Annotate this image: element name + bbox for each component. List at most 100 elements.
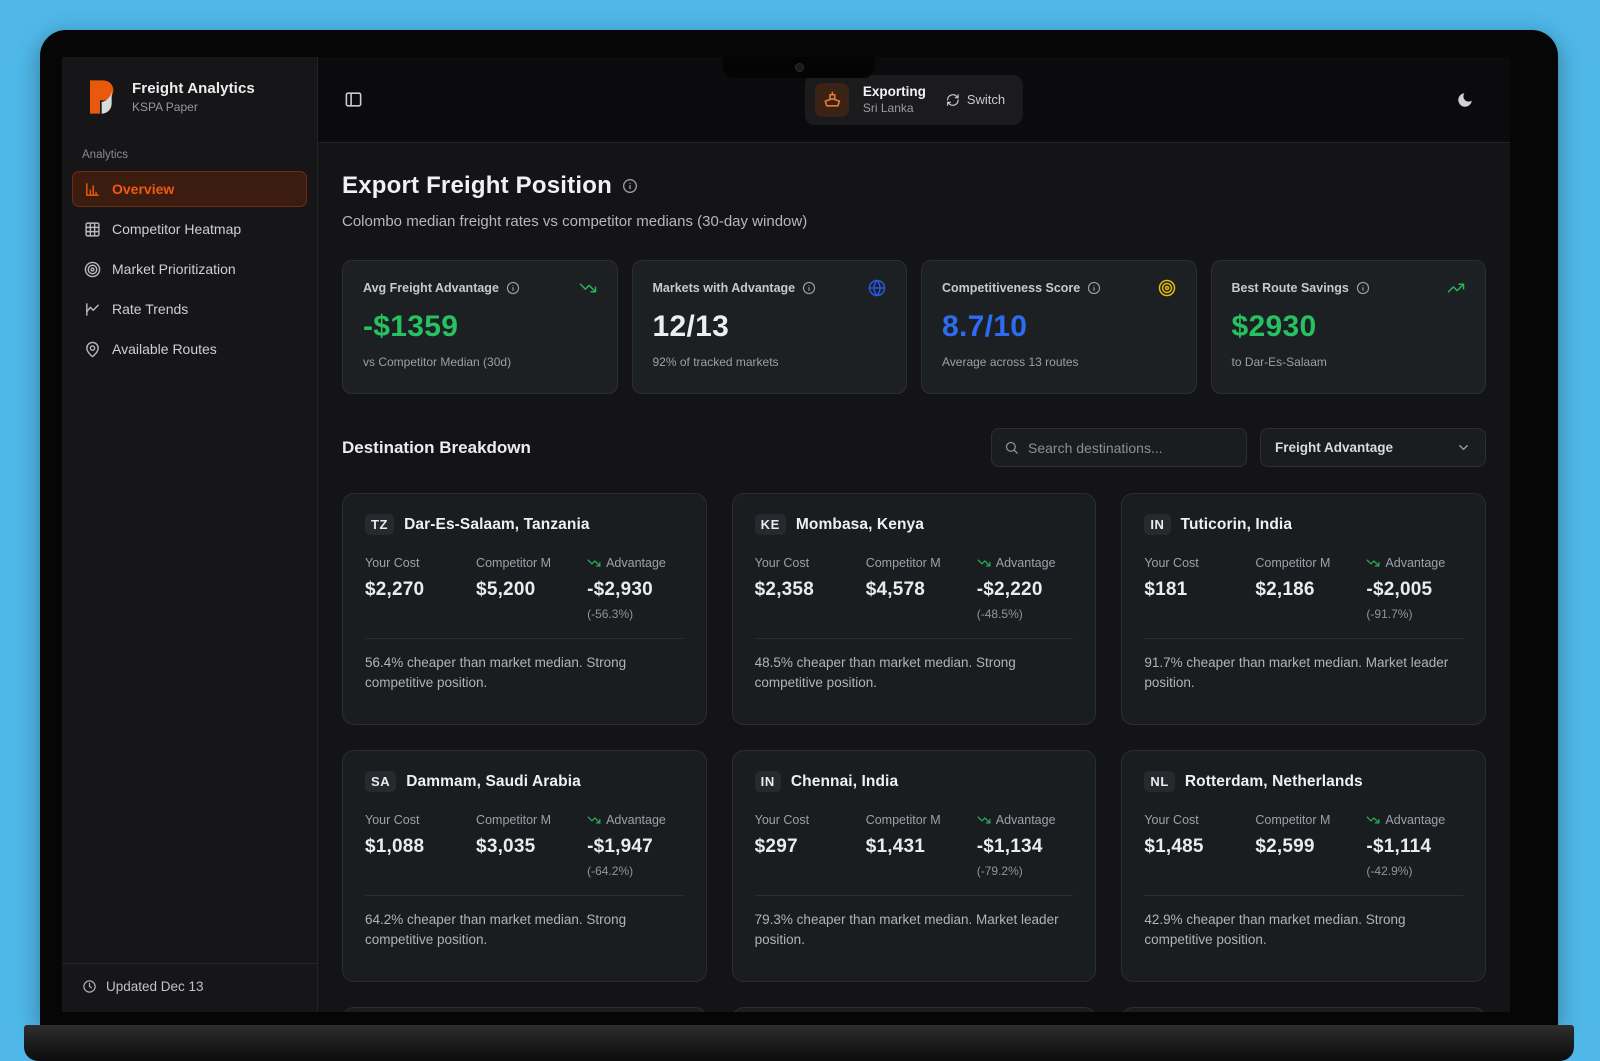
your-cost-value: $297 — [754, 836, 798, 857]
destination-card[interactable]: IN Tuticorin, India Your Cost $181 Compe… — [1121, 493, 1486, 725]
trending-down-icon — [1366, 556, 1380, 570]
country-code-badge: SA — [365, 771, 397, 792]
info-icon[interactable] — [1356, 281, 1370, 295]
info-icon[interactable] — [802, 281, 816, 295]
clock-icon — [82, 979, 97, 994]
sidebar-item-label: Rate Trends — [112, 301, 189, 317]
advantage-value: -$1,947 — [587, 836, 653, 857]
sidebar-item-icon — [84, 181, 101, 198]
advantage-column: Advantage -$1,114 (-42.9%) — [1366, 813, 1463, 878]
search-icon — [1004, 440, 1019, 455]
destination-card[interactable]: SA Dammam, Saudi Arabia Your Cost $1,088 — [342, 750, 707, 982]
sidebar-nav: Overview Competitor Heatmap Market Prior… — [62, 171, 317, 367]
laptop-notch — [723, 57, 875, 78]
stat-sublabel: vs Competitor Median (30d) — [363, 355, 512, 369]
advantage-percent: (-42.9%) — [1366, 864, 1413, 878]
advantage-percent: (-79.2%) — [976, 864, 1023, 878]
competitor-column: Competitor M $2,186 — [1255, 556, 1366, 621]
sidebar-item[interactable]: Market Prioritization — [72, 251, 307, 287]
destination-city: Dammam, Saudi Arabia — [406, 772, 581, 790]
stat-cards-row: Avg Freight Advantage -$1359 vs Competit… — [342, 260, 1486, 394]
destination-note: 79.3% cheaper than market median. Market… — [754, 912, 1059, 948]
destination-note: 48.5% cheaper than market median. Strong… — [754, 655, 1016, 691]
country-code-badge: NL — [1144, 771, 1175, 792]
desktop-background: Freight Analytics KSPA Paper Analytics O… — [0, 0, 1600, 1061]
search-input[interactable] — [1028, 439, 1234, 456]
sidebar-item[interactable]: Rate Trends — [72, 291, 307, 327]
sort-dropdown[interactable]: Freight Advantage — [1260, 428, 1486, 467]
advantage-percent: (-91.7%) — [1366, 607, 1413, 621]
destination-card[interactable]: TZ Dar-Es-Salaam, Tanzania Your Cost $2,… — [342, 493, 707, 725]
ship-icon — [814, 82, 849, 117]
destination-heading: Destination Breakdown — [342, 437, 531, 457]
advantage-column: Advantage -$2,005 (-91.7%) — [1366, 556, 1463, 621]
stat-value: $2930 — [1231, 310, 1317, 343]
stat-value: -$1359 — [363, 310, 459, 343]
info-icon[interactable] — [1087, 281, 1101, 295]
advantage-percent: (-64.2%) — [587, 864, 634, 878]
advantage-percent: (-56.3%) — [587, 607, 634, 621]
advantage-column: Advantage -$2,220 (-48.5%) — [977, 556, 1074, 621]
destination-city: Tuticorin, India — [1180, 515, 1293, 533]
competitor-column: Competitor M $2,599 — [1255, 813, 1366, 878]
sidebar-item-label: Competitor Heatmap — [112, 221, 242, 237]
trending-down-icon — [1366, 813, 1380, 827]
stat-sublabel: Average across 13 routes — [942, 355, 1079, 369]
stat-label: Best Route Savings — [1231, 281, 1349, 295]
page-content: Export Freight Position Colombo median f… — [318, 143, 1510, 1012]
destination-card[interactable] — [1121, 1007, 1486, 1012]
sidebar-item[interactable]: Competitor Heatmap — [72, 211, 307, 247]
sidebar-item[interactable]: Overview — [72, 171, 307, 207]
laptop-base — [24, 1025, 1574, 1061]
destination-note: 42.9% cheaper than market median. Strong… — [1144, 912, 1406, 948]
stat-card: Avg Freight Advantage -$1359 vs Competit… — [342, 260, 618, 394]
advantage-value: -$2,220 — [976, 579, 1043, 600]
app-name: Freight Analytics — [132, 80, 255, 97]
destination-city: Chennai, India — [790, 772, 899, 790]
destination-grid: TZ Dar-Es-Salaam, Tanzania Your Cost $2,… — [342, 493, 1486, 1012]
your-cost-column: Your Cost $1,485 — [1144, 813, 1255, 878]
export-mode-pill: Exporting Sri Lanka Switch — [804, 74, 1024, 125]
mode-country: Sri Lanka — [862, 101, 914, 115]
sidebar-item-icon — [84, 301, 101, 318]
app-window: Freight Analytics KSPA Paper Analytics O… — [62, 57, 1510, 1012]
sidebar-toggle-icon[interactable] — [344, 90, 363, 109]
destination-note: 56.4% cheaper than market median. Strong… — [365, 655, 627, 691]
sidebar-item[interactable]: Available Routes — [72, 331, 307, 367]
app-logo-icon — [90, 80, 114, 114]
stat-icon — [868, 279, 886, 297]
destination-search[interactable] — [991, 428, 1247, 467]
switch-button[interactable]: Switch — [940, 92, 1005, 107]
trending-down-icon — [977, 556, 991, 570]
competitor-column: Competitor M $3,035 — [476, 813, 587, 878]
sidebar-item-icon — [84, 341, 101, 358]
competitor-column: Competitor M $5,200 — [476, 556, 587, 621]
info-icon[interactable] — [506, 281, 520, 295]
destination-card[interactable]: IN Chennai, India Your Cost $297 Competi… — [731, 750, 1097, 982]
your-cost-value: $2,358 — [754, 579, 814, 600]
trending-down-icon — [977, 813, 991, 827]
sidebar: Freight Analytics KSPA Paper Analytics O… — [62, 57, 318, 1012]
destination-city: Dar-Es-Salaam, Tanzania — [404, 515, 590, 533]
main-area: Exporting Sri Lanka Switch Export Freigh… — [318, 57, 1510, 1012]
stat-card: Best Route Savings $2930 to Dar-Es-Salaa… — [1210, 260, 1486, 394]
destination-city: Rotterdam, Netherlands — [1184, 772, 1363, 790]
app-brand: Freight Analytics KSPA Paper — [62, 57, 317, 143]
competitor-column: Competitor M $1,431 — [866, 813, 977, 878]
webcam-icon — [794, 63, 804, 72]
chevron-down-icon — [1456, 440, 1471, 455]
info-icon[interactable] — [622, 178, 638, 194]
competitor-value: $1,431 — [865, 836, 926, 857]
destination-card[interactable]: NL Rotterdam, Netherlands Your Cost $1,4… — [1121, 750, 1486, 982]
destination-card[interactable]: KE Mombasa, Kenya Your Cost $2,358 Compe… — [731, 493, 1097, 725]
competitor-value: $2,599 — [1255, 836, 1315, 857]
country-code-badge: IN — [1144, 514, 1171, 535]
destination-card[interactable] — [731, 1007, 1097, 1012]
competitor-value: $2,186 — [1255, 579, 1315, 600]
sidebar-section-label: Analytics — [82, 149, 129, 161]
destination-note: 64.2% cheaper than market median. Strong… — [365, 912, 627, 948]
stat-value: 8.7/10 — [942, 310, 1028, 343]
dark-mode-toggle-icon[interactable] — [1456, 91, 1474, 109]
your-cost-value: $2,270 — [365, 579, 425, 600]
destination-card[interactable] — [342, 1007, 707, 1012]
